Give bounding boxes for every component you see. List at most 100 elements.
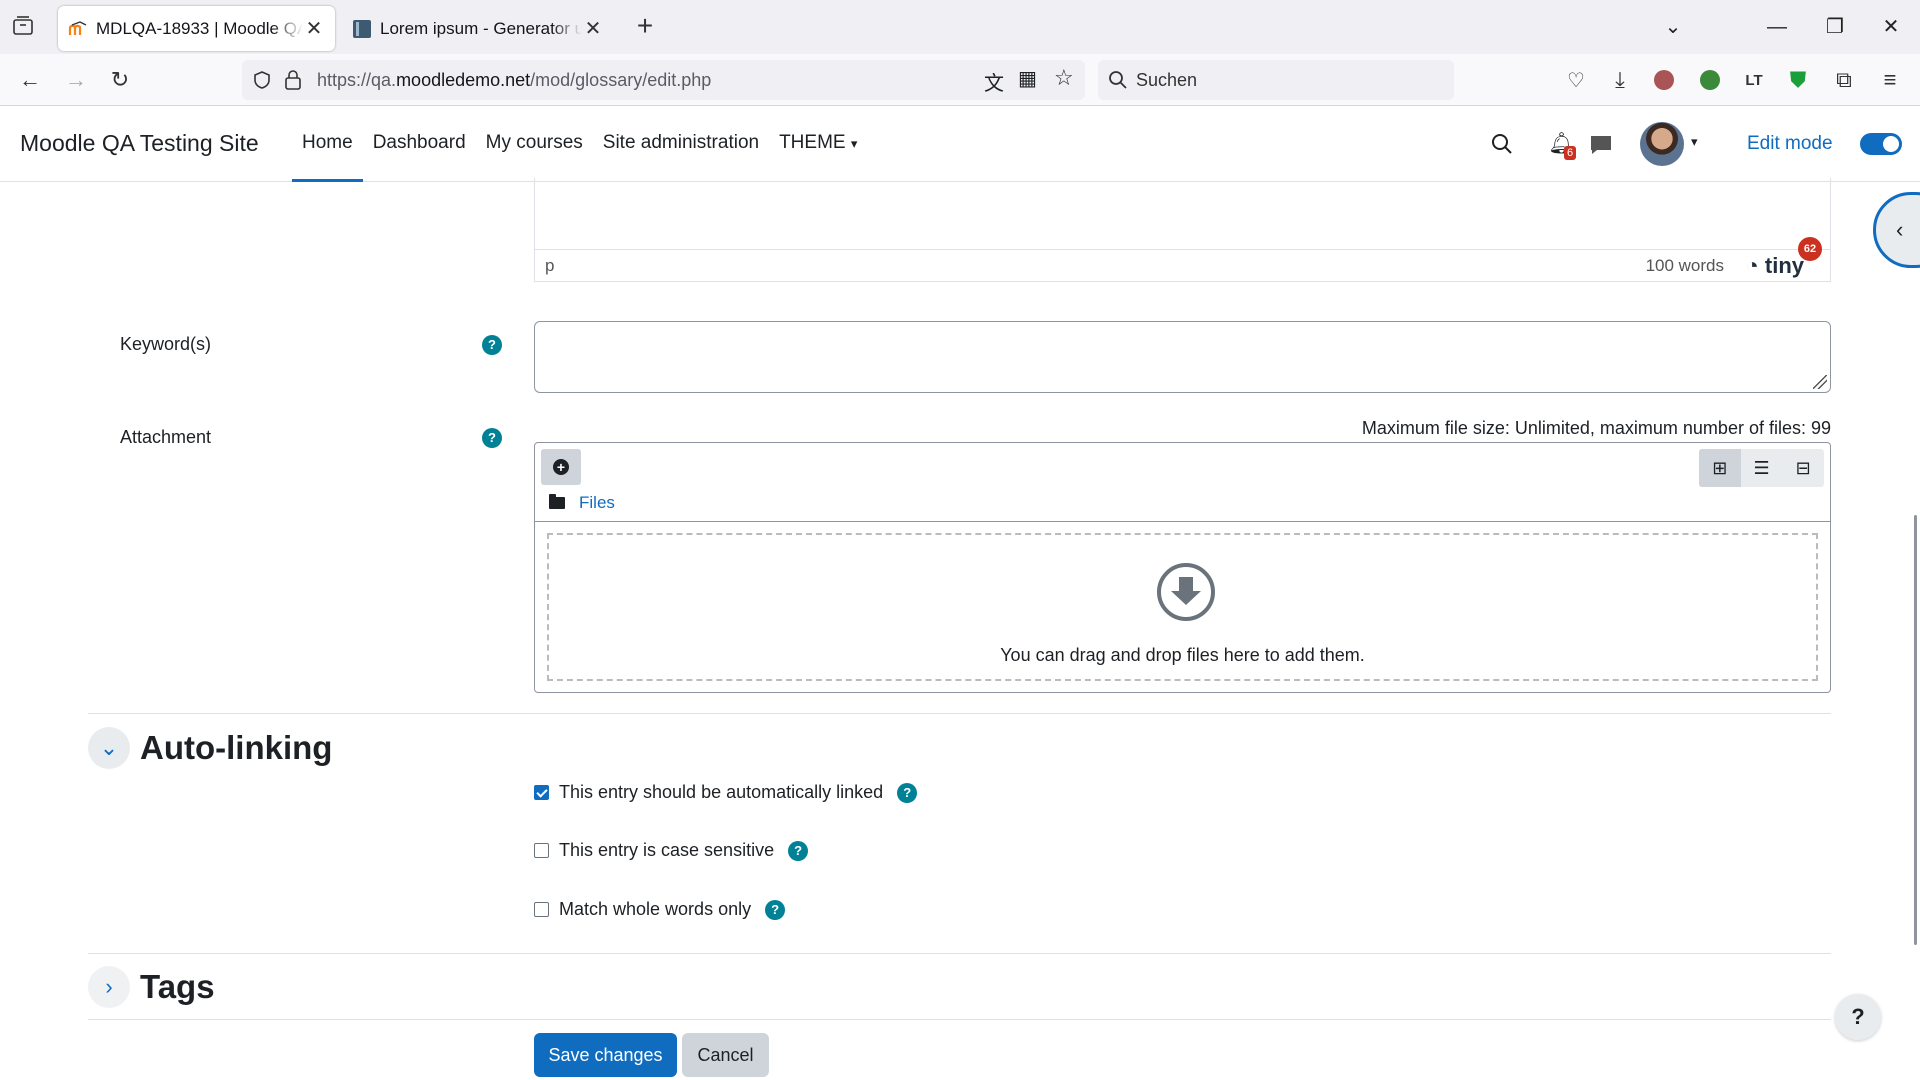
tags-section-header[interactable]: › Tags: [88, 966, 215, 1008]
cancel-button[interactable]: Cancel: [682, 1033, 769, 1077]
max-file-size-text: Maximum file size: Unlimited, maximum nu…: [1361, 418, 1831, 438]
url-bar[interactable]: https://qa.moodledemo.net/mod/glossary/e…: [242, 60, 1085, 100]
whole-words-checkbox[interactable]: [534, 902, 549, 917]
autolink-row: This entry should be automatically linke…: [534, 782, 918, 803]
tab-title: MDLQA-18933 | Moodle QA Testing Site: [96, 18, 303, 38]
nav-theme[interactable]: THEME ▾: [769, 106, 867, 182]
attachment-help-icon[interactable]: ?: [482, 428, 502, 448]
case-sensitive-help-icon[interactable]: ?: [788, 840, 809, 861]
extensions-puzzle-icon[interactable]: ⧉: [1830, 66, 1858, 94]
autolink-label[interactable]: This entry should be automatically linke…: [559, 782, 883, 803]
chevron-down-icon: ▾: [850, 136, 858, 151]
close-tab-icon[interactable]: ✕: [582, 18, 604, 40]
browser-tabbar: MDLQA-18933 | Moodle QA Testing Site ✕ L…: [0, 0, 1920, 54]
editor-word-count[interactable]: 100 words: [1646, 256, 1724, 276]
plus-icon: +: [553, 459, 569, 475]
languagetool-icon[interactable]: LT: [1740, 66, 1768, 94]
case-sensitive-checkbox[interactable]: [534, 843, 549, 858]
nav-site-administration[interactable]: Site administration: [593, 106, 769, 182]
search-icon[interactable]: [1490, 132, 1514, 156]
translate-icon[interactable]: 文: [984, 67, 1004, 96]
back-icon[interactable]: ←: [16, 66, 44, 94]
downloads-icon[interactable]: ⤓: [1606, 66, 1634, 94]
restore-icon[interactable]: ❐: [1820, 12, 1850, 42]
entry-editor[interactable]: p 100 words ◔ tiny: [534, 178, 1831, 282]
site-brand[interactable]: Moodle QA Testing Site: [20, 130, 259, 157]
file-picker: + ⊞ ☰ ⊟ Files You can drag and drop file…: [534, 442, 1831, 693]
forward-icon[interactable]: →: [62, 66, 90, 94]
tab-lorem[interactable]: Lorem ipsum - Generator und Infos ✕: [342, 6, 614, 51]
chevron-left-icon: ‹: [1896, 217, 1904, 242]
folder-icon: [549, 494, 565, 509]
drop-zone[interactable]: You can drag and drop files here to add …: [547, 533, 1818, 681]
adblock-shield-icon[interactable]: ⛊: [1784, 66, 1812, 94]
minimize-icon[interactable]: —: [1762, 12, 1792, 42]
divider: [88, 953, 1831, 954]
keywords-textarea[interactable]: [534, 321, 1831, 393]
view-switcher: ⊞ ☰ ⊟: [1699, 449, 1824, 487]
tab-list-icon[interactable]: [12, 16, 36, 38]
pocket-icon[interactable]: ♡: [1562, 66, 1590, 94]
icon-view-icon[interactable]: ⊞: [1699, 449, 1741, 487]
case-sensitive-label[interactable]: This entry is case sensitive: [559, 840, 774, 861]
divider: [88, 1019, 1831, 1020]
autolink-checkbox[interactable]: [534, 785, 549, 800]
keywords-label: Keyword(s): [120, 334, 212, 354]
drop-zone-message: You can drag and drop files here to add …: [1000, 645, 1365, 665]
new-tab-icon[interactable]: +: [632, 12, 658, 40]
add-file-button[interactable]: +: [541, 449, 581, 485]
chevron-right-icon[interactable]: ›: [88, 966, 130, 1008]
url-text: https://qa.moodledemo.net/mod/glossary/e…: [317, 70, 711, 91]
autolink-help-icon[interactable]: ?: [897, 782, 918, 803]
resize-grip-icon[interactable]: [1813, 375, 1827, 389]
files-link[interactable]: Files: [579, 493, 615, 513]
primary-navigation: Home Dashboard My courses Site administr…: [292, 106, 867, 182]
list-view-icon[interactable]: ☰: [1741, 449, 1783, 487]
browser-toolbar: ← → ↻ https://qa.moodledemo.net/mod/glos…: [0, 54, 1920, 106]
nav-my-courses[interactable]: My courses: [476, 106, 593, 182]
close-window-icon[interactable]: ✕: [1876, 12, 1906, 42]
search-bar[interactable]: Suchen: [1098, 60, 1454, 100]
messages-icon[interactable]: [1589, 134, 1613, 156]
edit-mode-toggle[interactable]: [1860, 133, 1902, 155]
moodle-favicon-icon: [68, 20, 87, 35]
keywords-help-icon[interactable]: ?: [482, 335, 502, 355]
whole-words-help-icon[interactable]: ?: [765, 899, 786, 920]
nav-home[interactable]: Home: [292, 106, 363, 182]
moodle-navbar: Moodle QA Testing Site Home Dashboard My…: [0, 106, 1920, 182]
case-sensitive-row: This entry is case sensitive ?: [534, 840, 809, 861]
nav-theme-label: THEME: [779, 132, 846, 153]
extension-green-icon[interactable]: [1696, 66, 1724, 94]
nav-dashboard[interactable]: Dashboard: [363, 106, 476, 182]
lock-icon[interactable]: [284, 69, 302, 91]
avatar[interactable]: [1640, 122, 1684, 166]
menu-icon[interactable]: ≡: [1876, 66, 1904, 94]
qr-code-icon[interactable]: ▦: [1018, 66, 1037, 91]
chevron-down-icon[interactable]: ⌄: [88, 727, 130, 769]
url-domain: moodledemo.net: [396, 69, 531, 90]
url-path: /mod/glossary/edit.php: [530, 69, 712, 90]
editor-statusbar: p 100 words ◔ tiny: [535, 249, 1830, 281]
shield-icon[interactable]: [252, 70, 272, 90]
whole-words-label[interactable]: Match whole words only: [559, 899, 751, 920]
bookmark-star-icon[interactable]: ☆: [1054, 65, 1074, 91]
tags-heading: Tags: [140, 968, 215, 1005]
tiny-logo[interactable]: ◔ tiny: [1745, 253, 1804, 279]
profile-extension-icon[interactable]: [1650, 66, 1678, 94]
close-tab-icon[interactable]: ✕: [303, 18, 325, 40]
reload-icon[interactable]: ↻: [106, 66, 134, 94]
tab-overflow-chevron-icon[interactable]: ⌄: [1658, 12, 1688, 42]
tab-moodle[interactable]: MDLQA-18933 | Moodle QA Testing Site ✕: [58, 6, 335, 51]
search-placeholder: Suchen: [1136, 70, 1198, 90]
notifications-bell-icon[interactable]: 🔔︎ 6: [1548, 132, 1577, 160]
user-menu-chevron-down-icon[interactable]: ▾: [1691, 134, 1698, 150]
main-content: p 100 words ◔ tiny 62 Keyword(s) ? Attac…: [0, 178, 1920, 1080]
divider: [535, 521, 1830, 522]
accessibility-issues-badge[interactable]: 62: [1798, 237, 1822, 261]
autolinking-section-header[interactable]: ⌄ Auto-linking: [88, 727, 332, 769]
scrollbar[interactable]: [1914, 515, 1917, 945]
editor-element-path[interactable]: p: [545, 256, 554, 276]
save-button[interactable]: Save changes: [534, 1033, 677, 1077]
help-button[interactable]: ?: [1835, 994, 1881, 1040]
tree-view-icon[interactable]: ⊟: [1782, 449, 1824, 487]
